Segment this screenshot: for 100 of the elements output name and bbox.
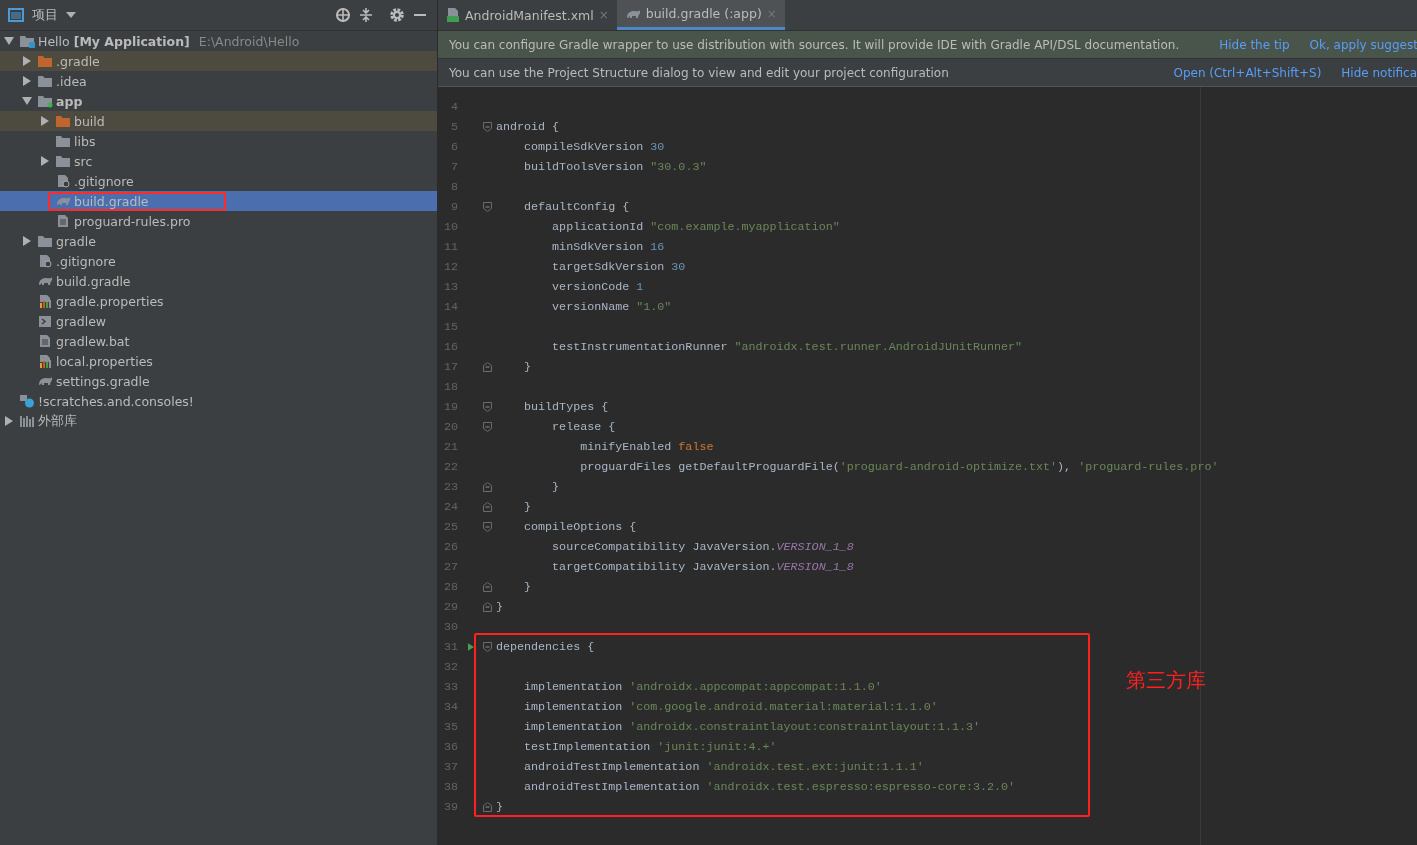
code-line: versionCode 1 bbox=[551, 280, 644, 294]
folder-icon bbox=[37, 54, 53, 68]
tree-item[interactable]: build bbox=[0, 111, 437, 131]
line-number: 31 bbox=[442, 640, 458, 654]
fold-marker-icon[interactable] bbox=[482, 502, 492, 512]
file-icon bbox=[55, 214, 71, 228]
fold-marker-icon[interactable] bbox=[482, 422, 492, 432]
code-line: androidTestImplementation 'androidx.test.ext:junit:1.1.1' bbox=[523, 760, 924, 774]
notification-text: You can use the Project Structure dialog to view and edit your project configuration bbox=[449, 65, 949, 80]
line-number: 37 bbox=[442, 760, 458, 774]
expand-arrow-icon[interactable] bbox=[4, 36, 14, 46]
panel-title[interactable]: 项目 bbox=[32, 6, 58, 24]
tree-item[interactable]: gradlew bbox=[0, 311, 437, 331]
notification-link[interactable]: Hide the tip bbox=[1219, 37, 1290, 52]
fold-marker-icon[interactable] bbox=[482, 482, 492, 492]
tree-item[interactable]: proguard-rules.pro bbox=[0, 211, 437, 231]
tree-item[interactable]: build.gradle bbox=[0, 271, 437, 291]
notification-text: You can configure Gradle wrapper to use distribution with sources. It will provide IDE with Gradle API/DSL documentation. bbox=[449, 37, 1180, 52]
expand-arrow-icon[interactable] bbox=[22, 236, 32, 246]
code-line: dependencies { bbox=[496, 640, 595, 654]
tree-item[interactable]: 外部库 bbox=[0, 411, 437, 431]
fold-marker-icon[interactable] bbox=[482, 122, 492, 132]
notification-link[interactable]: Ok, apply suggest bbox=[1309, 37, 1417, 52]
folder-icon bbox=[19, 34, 35, 48]
line-number: 34 bbox=[442, 700, 458, 714]
fold-marker-icon[interactable] bbox=[482, 522, 492, 532]
line-number: 6 bbox=[450, 140, 458, 154]
fold-marker-icon[interactable] bbox=[482, 582, 492, 592]
tree-item[interactable]: .gradle bbox=[0, 51, 437, 71]
run-icon[interactable] bbox=[468, 642, 474, 652]
folder-icon bbox=[55, 134, 71, 148]
line-number: 22 bbox=[442, 460, 458, 474]
code-line: } bbox=[496, 600, 503, 614]
file-icon bbox=[55, 174, 71, 188]
fold-marker-icon[interactable] bbox=[482, 402, 492, 412]
tree-item[interactable]: Hello [My Application] E:\Android\Hello bbox=[0, 31, 437, 51]
code-line: implementation 'androidx.constraintlayout:constraintlayout:1.1.3' bbox=[523, 720, 980, 734]
code-line: testInstrumentationRunner "androidx.test.runner.AndroidJUnitRunner" bbox=[551, 340, 1023, 354]
file-icon bbox=[37, 334, 53, 348]
expand-arrow-icon[interactable] bbox=[4, 416, 14, 426]
expand-arrow-icon[interactable] bbox=[22, 96, 32, 106]
tree-item[interactable]: libs bbox=[0, 131, 437, 151]
scratches-icon bbox=[19, 394, 35, 408]
folder-icon bbox=[37, 94, 53, 108]
folder-icon bbox=[37, 74, 53, 88]
notification-link[interactable]: Open (Ctrl+Alt+Shift+S) bbox=[1173, 65, 1322, 80]
tree-item[interactable]: local.properties bbox=[0, 351, 437, 371]
line-number: 9 bbox=[450, 200, 458, 214]
fold-marker-icon[interactable] bbox=[482, 642, 492, 652]
expand-arrow-icon[interactable] bbox=[40, 156, 50, 166]
tree-item[interactable]: .gitignore bbox=[0, 171, 437, 191]
code-line: } bbox=[496, 800, 503, 814]
code-line: compileSdkVersion 30 bbox=[523, 140, 665, 154]
line-number: 30 bbox=[442, 620, 458, 634]
line-number: 16 bbox=[442, 340, 458, 354]
tree-item[interactable]: .gitignore bbox=[0, 251, 437, 271]
code-line: release { bbox=[551, 420, 616, 434]
line-number: 36 bbox=[442, 740, 458, 754]
code-line: } bbox=[551, 480, 560, 494]
tree-item[interactable]: gradlew.bat bbox=[0, 331, 437, 351]
expand-arrow-icon[interactable] bbox=[40, 116, 50, 126]
notification-link[interactable]: Hide notifica bbox=[1341, 65, 1417, 80]
tree-item[interactable]: settings.gradle bbox=[0, 371, 437, 391]
code-line: } bbox=[523, 500, 532, 514]
settings-icon[interactable] bbox=[389, 7, 405, 23]
line-number: 29 bbox=[442, 600, 458, 614]
line-number: 26 bbox=[442, 540, 458, 554]
tree-item[interactable]: .idea bbox=[0, 71, 437, 91]
tree-item[interactable]: !scratches.and.consoles! bbox=[0, 391, 437, 411]
line-number: 14 bbox=[442, 300, 458, 314]
expand-arrow-icon[interactable] bbox=[22, 76, 32, 86]
chart-file-icon bbox=[37, 294, 53, 308]
fold-marker-icon[interactable] bbox=[482, 802, 492, 812]
line-number: 28 bbox=[442, 580, 458, 594]
line-number: 13 bbox=[442, 280, 458, 294]
editor-tab[interactable]: build.gradle (:app) × bbox=[616, 0, 785, 30]
code-line: } bbox=[523, 580, 532, 594]
target-icon[interactable] bbox=[335, 7, 351, 23]
tree-item[interactable]: gradle bbox=[0, 231, 437, 251]
line-number: 17 bbox=[442, 360, 458, 374]
tree-item[interactable]: gradle.properties bbox=[0, 291, 437, 311]
fold-marker-icon[interactable] bbox=[482, 602, 492, 612]
line-number: 8 bbox=[450, 180, 458, 194]
collapse-icon[interactable] bbox=[359, 7, 373, 23]
folder-icon bbox=[55, 154, 71, 168]
expand-arrow-icon[interactable] bbox=[22, 56, 32, 66]
line-number: 23 bbox=[442, 480, 458, 494]
tree-item[interactable]: src bbox=[0, 151, 437, 171]
code-line: } bbox=[523, 360, 532, 374]
code-line: proguardFiles getDefaultProguardFile('proguard-android-optimize.txt'), 'proguard-rules.pro' bbox=[579, 460, 1219, 474]
editor-tab[interactable]: AndroidManifest.xml × bbox=[438, 0, 617, 30]
code-line: minSdkVersion 16 bbox=[551, 240, 665, 254]
line-number: 19 bbox=[442, 400, 458, 414]
fold-marker-icon[interactable] bbox=[482, 362, 492, 372]
code-line: defaultConfig { bbox=[523, 200, 630, 214]
dropdown-caret-icon[interactable] bbox=[66, 12, 76, 18]
tree-item[interactable]: app bbox=[0, 91, 437, 111]
code-line: targetCompatibility JavaVersion.VERSION_1_8 bbox=[551, 560, 854, 574]
line-number: 15 bbox=[442, 320, 458, 334]
fold-marker-icon[interactable] bbox=[482, 202, 492, 212]
